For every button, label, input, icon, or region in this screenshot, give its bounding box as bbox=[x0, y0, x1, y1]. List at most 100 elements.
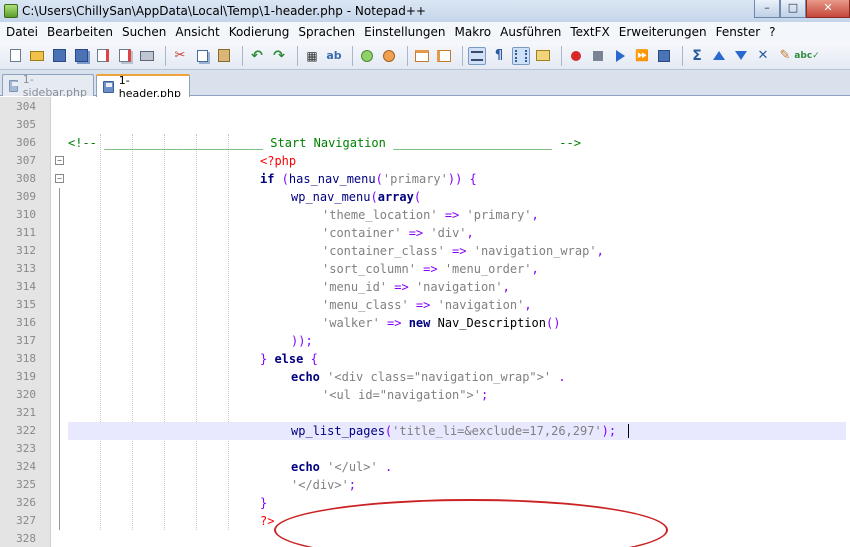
all-chars-icon[interactable]: ¶ bbox=[490, 47, 508, 65]
menu-help[interactable]: ? bbox=[765, 25, 779, 39]
code-line[interactable]: 313 'sort_column' => 'menu_order', bbox=[0, 260, 850, 278]
zoom-in-icon[interactable] bbox=[358, 47, 376, 65]
word-wrap-icon[interactable] bbox=[468, 46, 486, 65]
code-line[interactable]: 318} else { bbox=[0, 350, 850, 368]
code-line[interactable]: 319 echo '<div class="navigation_wrap">' … bbox=[0, 368, 850, 386]
redo-icon[interactable]: ↷ bbox=[270, 47, 288, 65]
code-token: , bbox=[596, 244, 604, 258]
code-line[interactable]: 305 bbox=[0, 116, 850, 134]
code-line[interactable]: 304 bbox=[0, 98, 850, 116]
code-line[interactable]: 316 'walker' => new Nav_Description() bbox=[0, 314, 850, 332]
zoom-out-icon[interactable] bbox=[380, 47, 398, 65]
user-lang-icon[interactable] bbox=[534, 47, 552, 65]
save-icon[interactable] bbox=[50, 47, 68, 65]
close-window-button[interactable]: ✕ bbox=[806, 0, 850, 18]
save-all-icon[interactable] bbox=[72, 47, 90, 65]
pencil-icon[interactable]: ✎ bbox=[776, 47, 794, 65]
code-line[interactable]: 311 'container' => 'div', bbox=[0, 224, 850, 242]
code-line[interactable]: 327 ?> bbox=[0, 512, 850, 530]
menu-suchen[interactable]: Suchen bbox=[118, 25, 170, 39]
code-text: 'container' => 'div', bbox=[322, 224, 474, 242]
code-line[interactable]: 306 <!-- ______________________ Start Nav… bbox=[0, 134, 850, 152]
new-file-icon[interactable] bbox=[6, 47, 24, 65]
code-text: 'sort_column' => 'menu_order', bbox=[322, 260, 539, 278]
menu-sprachen[interactable]: Sprachen bbox=[294, 25, 359, 39]
code-line[interactable]: 310 'theme_location' => 'primary', bbox=[0, 206, 850, 224]
code-token: 'primary' bbox=[382, 172, 448, 186]
menu-textfx[interactable]: TextFX bbox=[566, 25, 613, 39]
close-all-icon[interactable] bbox=[116, 47, 134, 65]
code-token: 'menu_order' bbox=[444, 262, 532, 276]
line-number: 310 bbox=[16, 208, 36, 221]
code-line[interactable]: 326} bbox=[0, 494, 850, 512]
code-text: <?php bbox=[260, 152, 296, 170]
code-editor[interactable]: 304 305 306 <!-- ______________________ Sta… bbox=[0, 97, 850, 547]
menu-ausführen[interactable]: Ausführen bbox=[496, 25, 565, 39]
code-token: 'div' bbox=[430, 226, 467, 240]
spellcheck-icon[interactable]: abc✓ bbox=[794, 47, 819, 65]
record-icon[interactable] bbox=[567, 47, 585, 65]
code-token: 'navigation_wrap' bbox=[473, 244, 597, 258]
menu-bearbeiten[interactable]: Bearbeiten bbox=[43, 25, 117, 39]
fold-toggle-icon[interactable]: − bbox=[55, 156, 64, 165]
menu-datei[interactable]: Datei bbox=[2, 25, 42, 39]
code-line[interactable]: 314 'menu_id' => 'navigation', bbox=[0, 278, 850, 296]
code-line[interactable]: 325 '</div>'; bbox=[0, 476, 850, 494]
fold-toggle-icon[interactable]: − bbox=[55, 174, 64, 183]
indent-guide-icon[interactable] bbox=[512, 46, 530, 65]
play-multi-icon[interactable]: ⏩ bbox=[633, 47, 651, 65]
paste-icon[interactable] bbox=[215, 47, 233, 65]
maximize-button[interactable]: □ bbox=[780, 0, 806, 18]
code-text: 'theme_location' => 'primary', bbox=[322, 206, 539, 224]
save-macro-icon[interactable] bbox=[655, 47, 673, 65]
text-caret bbox=[628, 424, 629, 438]
stop-icon[interactable] bbox=[589, 47, 607, 65]
code-token: , bbox=[466, 226, 474, 240]
code-line[interactable]: 321 bbox=[0, 404, 850, 422]
code-line[interactable]: 322 wp_list_pages('title_li=&exclude=17,2… bbox=[0, 422, 850, 440]
code-line[interactable]: 307 <?php bbox=[0, 152, 850, 170]
cut-icon[interactable]: ✂ bbox=[171, 47, 189, 65]
x-icon[interactable]: ✕ bbox=[754, 47, 772, 65]
up-icon[interactable] bbox=[710, 47, 728, 65]
code-line[interactable]: 320 '<ul id="navigation">'; bbox=[0, 386, 850, 404]
sigma-icon[interactable]: Σ bbox=[688, 47, 706, 65]
code-line[interactable]: 328 bbox=[0, 530, 850, 547]
line-number: 328 bbox=[16, 532, 36, 545]
replace-icon[interactable]: ab bbox=[325, 47, 343, 65]
code-token: ( bbox=[370, 190, 378, 204]
menu-fenster[interactable]: Fenster bbox=[712, 25, 765, 39]
menu-bar: Datei Bearbeiten Suchen Ansicht Kodierung Spr… bbox=[0, 22, 850, 42]
menu-kodierung[interactable]: Kodierung bbox=[225, 25, 294, 39]
copy-icon[interactable] bbox=[193, 47, 211, 65]
line-number: 312 bbox=[16, 244, 36, 257]
code-line[interactable]: 312 'container_class' => 'navigation_wrap… bbox=[0, 242, 850, 260]
menu-erweiterungen[interactable]: Erweiterungen bbox=[615, 25, 711, 39]
code-line[interactable]: 308 if (has_nav_menu('primary')) { bbox=[0, 170, 850, 188]
line-number: 322 bbox=[16, 424, 36, 437]
code-line[interactable]: 324 echo '</ul>' . bbox=[0, 458, 850, 476]
code-line[interactable]: 309 wp_nav_menu(array( bbox=[0, 188, 850, 206]
code-line[interactable]: 317)); bbox=[0, 332, 850, 350]
close-icon[interactable] bbox=[94, 47, 112, 65]
down-icon[interactable] bbox=[732, 47, 750, 65]
code-line[interactable]: 315 'menu_class' => 'navigation', bbox=[0, 296, 850, 314]
code-token: 'walker' bbox=[322, 316, 380, 330]
tab-1-sidebar[interactable]: 1-sidebar.php bbox=[2, 73, 94, 99]
minimize-button[interactable]: – bbox=[754, 0, 780, 18]
menu-einstellungen[interactable]: Einstellungen bbox=[360, 25, 449, 39]
play-icon[interactable] bbox=[611, 47, 629, 65]
open-icon[interactable] bbox=[28, 47, 46, 65]
undo-icon[interactable]: ↶ bbox=[248, 47, 266, 65]
sync-h-icon[interactable] bbox=[435, 47, 453, 65]
find-icon[interactable]: ▦ bbox=[303, 47, 321, 65]
code-line[interactable]: 323 bbox=[0, 440, 850, 458]
menu-makro[interactable]: Makro bbox=[450, 25, 495, 39]
sync-v-icon[interactable] bbox=[413, 47, 431, 65]
tab-1-header[interactable]: 1-header.php bbox=[96, 74, 190, 100]
line-number: 317 bbox=[16, 334, 36, 347]
code-token: , bbox=[531, 262, 539, 276]
menu-ansicht[interactable]: Ansicht bbox=[171, 25, 223, 39]
toolbar-separator bbox=[165, 45, 166, 66]
print-icon[interactable] bbox=[138, 47, 156, 65]
